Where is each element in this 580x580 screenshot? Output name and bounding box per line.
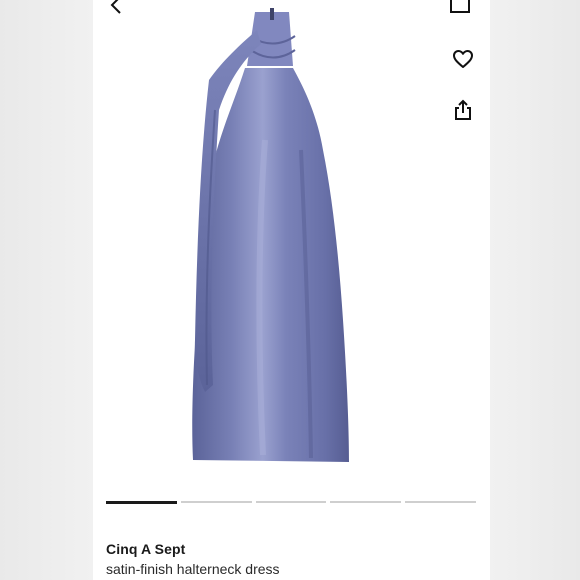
carousel-dot[interactable] [106, 501, 177, 504]
background-left [0, 0, 93, 580]
back-button[interactable] [103, 0, 129, 18]
carousel-dot[interactable] [255, 501, 327, 503]
carousel-dot[interactable] [405, 501, 476, 503]
product-screen: Cinq A Sept satin-finish halterneck dres… [93, 0, 490, 580]
carousel-dot[interactable] [330, 501, 402, 503]
favorite-button[interactable] [449, 45, 477, 73]
chevron-left-icon [110, 0, 121, 14]
shopping-bag-icon [450, 0, 470, 13]
product-image[interactable] [173, 0, 413, 475]
image-carousel-indicator [106, 501, 476, 504]
share-button[interactable] [449, 96, 477, 124]
heart-icon [453, 50, 473, 68]
shopping-bag-button[interactable] [446, 0, 474, 16]
carousel-dot[interactable] [180, 501, 252, 503]
share-icon [455, 99, 471, 120]
product-brand[interactable]: Cinq A Sept [106, 541, 185, 557]
background-right [490, 0, 580, 580]
product-description: satin-finish halterneck dress [106, 561, 280, 577]
